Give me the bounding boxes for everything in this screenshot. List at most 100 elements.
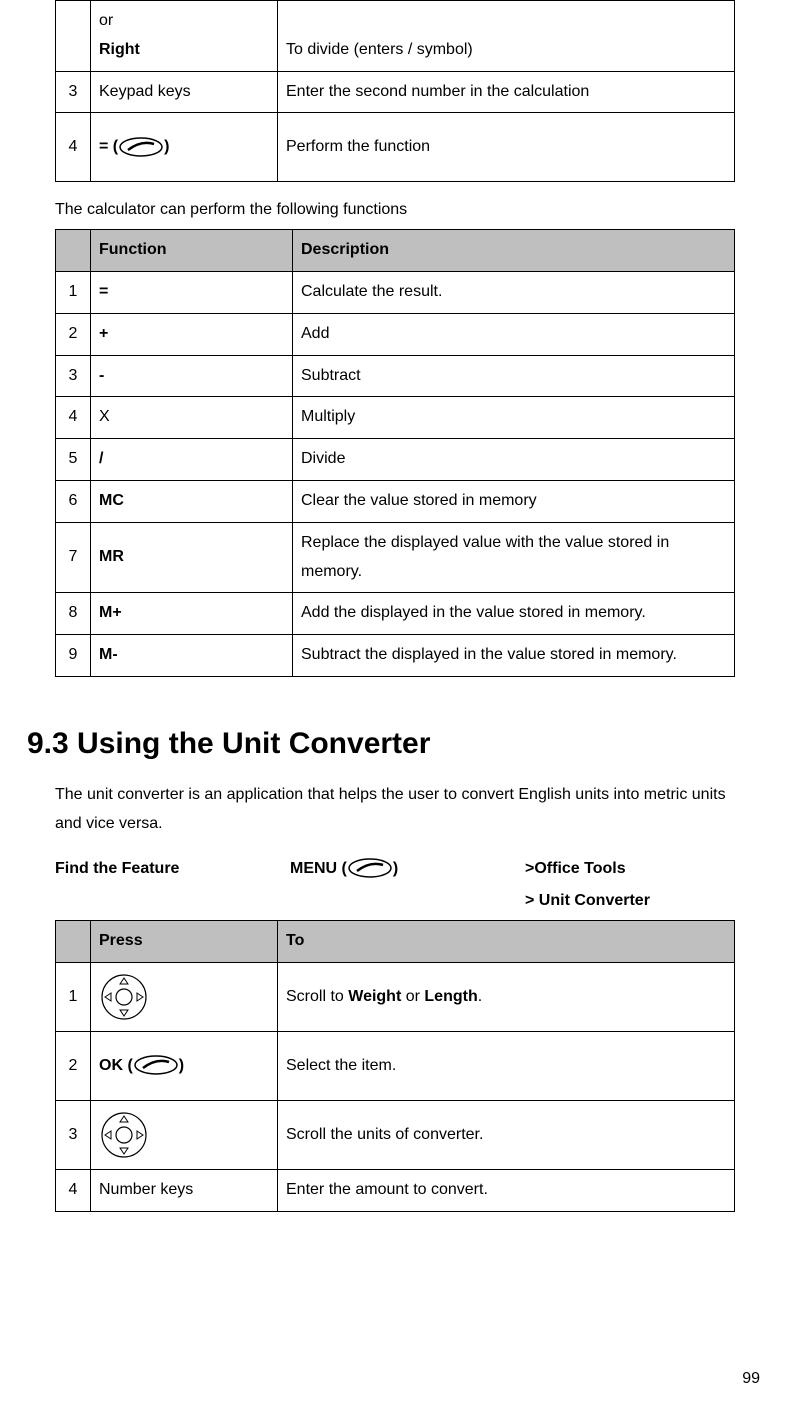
cell-to: Scroll to Weight or Length. <box>278 962 735 1031</box>
table-row: 4 Number keys Enter the amount to conver… <box>56 1169 735 1211</box>
softkey-icon <box>133 1054 179 1076</box>
table-row: 3 Keypad keys Enter the second number in… <box>56 71 735 113</box>
cell-press: Keypad keys <box>91 71 278 113</box>
cell-num: 8 <box>56 593 91 635</box>
cell-num: 9 <box>56 635 91 677</box>
cell-to: Select the item. <box>278 1031 735 1100</box>
table-row: or Right To divide (enters / symbol) <box>56 1 735 72</box>
table-row: 8M+Add the displayed in the value stored… <box>56 593 735 635</box>
table-header-row: Press To <box>56 921 735 963</box>
table-row: 7MRReplace the displayed value with the … <box>56 522 735 593</box>
find-feature-row: Find the Feature MENU () >Office Tools <box>55 855 735 884</box>
table-row: 3-Subtract <box>56 355 735 397</box>
header-cell: Description <box>293 230 735 272</box>
cell-num: 2 <box>56 1031 91 1100</box>
header-cell <box>56 921 91 963</box>
cell-to: To divide (enters / symbol) <box>278 1 735 72</box>
table-calc-steps: or Right To divide (enters / symbol) 3 K… <box>55 0 735 182</box>
cell-press <box>91 1100 278 1169</box>
text: Length <box>424 988 477 1005</box>
table-row: 2+Add <box>56 313 735 355</box>
cell-num: 4 <box>56 397 91 439</box>
softkey-icon <box>118 136 164 158</box>
page-number: 99 <box>742 1365 760 1394</box>
path-office-tools: >Office Tools <box>525 855 626 884</box>
text: ) <box>179 1057 184 1074</box>
cell-num: 1 <box>56 962 91 1031</box>
find-feature-label: Find the Feature <box>55 855 290 884</box>
cell-to: Perform the function <box>278 113 735 182</box>
cell-num: 4 <box>56 113 91 182</box>
cell-press: or Right <box>91 1 278 72</box>
cell-func: MC <box>91 480 293 522</box>
cell-num: 1 <box>56 271 91 313</box>
text: or <box>99 12 113 29</box>
cell-func: X <box>91 397 293 439</box>
softkey-icon <box>347 857 393 879</box>
table-row: 4 = () Perform the function <box>56 113 735 182</box>
text: Right <box>99 41 140 58</box>
table-row: 9M-Subtract the displayed in the value s… <box>56 635 735 677</box>
header-cell <box>56 230 91 272</box>
cell-press: Number keys <box>91 1169 278 1211</box>
cell-desc: Multiply <box>293 397 735 439</box>
cell-num: 3 <box>56 1100 91 1169</box>
header-cell: Press <box>91 921 278 963</box>
intro-text: The calculator can perform the following… <box>55 196 735 225</box>
cell-desc: Subtract the displayed in the value stor… <box>293 635 735 677</box>
cell-desc: Clear the value stored in memory <box>293 480 735 522</box>
text: To divide (enters / symbol) <box>286 41 473 58</box>
table-header-row: Function Description <box>56 230 735 272</box>
cell-num <box>56 1 91 72</box>
cell-func: = <box>91 271 293 313</box>
cell-func: M- <box>91 635 293 677</box>
text: ) <box>164 138 169 155</box>
cell-to: Enter the amount to convert. <box>278 1169 735 1211</box>
table-row: 3 Scroll the units of converter. <box>56 1100 735 1169</box>
cell-num: 3 <box>56 71 91 113</box>
menu-label: MENU () <box>290 855 525 884</box>
cell-func: M+ <box>91 593 293 635</box>
cell-desc: Replace the displayed value with the val… <box>293 522 735 593</box>
cell-desc: Divide <box>293 439 735 481</box>
cell-to: Scroll the units of converter. <box>278 1100 735 1169</box>
cell-num: 2 <box>56 313 91 355</box>
cell-num: 7 <box>56 522 91 593</box>
cell-to: Enter the second number in the calculati… <box>278 71 735 113</box>
table-row: 5/Divide <box>56 439 735 481</box>
cell-press: = () <box>91 113 278 182</box>
table-unit-converter: Press To 1 Scroll to Weight or Length. 2… <box>55 920 735 1212</box>
navigation-key-icon <box>99 972 149 1022</box>
navigation-key-icon <box>99 1110 149 1160</box>
cell-num: 5 <box>56 439 91 481</box>
section-heading: 9.3 Using the Unit Converter <box>27 717 735 771</box>
cell-func: / <box>91 439 293 481</box>
table-functions: Function Description 1=Calculate the res… <box>55 229 735 677</box>
cell-desc: Add the displayed in the value stored in… <box>293 593 735 635</box>
table-row: 1 Scroll to Weight or Length. <box>56 962 735 1031</box>
text: ) <box>393 860 398 877</box>
cell-press <box>91 962 278 1031</box>
cell-desc: Calculate the result. <box>293 271 735 313</box>
table-row: 6MCClear the value stored in memory <box>56 480 735 522</box>
cell-desc: Add <box>293 313 735 355</box>
text: OK ( <box>99 1057 133 1074</box>
cell-num: 3 <box>56 355 91 397</box>
text: Scroll to <box>286 988 348 1005</box>
header-cell: Function <box>91 230 293 272</box>
path-unit-converter: > Unit Converter <box>525 887 735 916</box>
table-row: 4XMultiply <box>56 397 735 439</box>
text: MENU ( <box>290 860 347 877</box>
text: Weight <box>348 988 401 1005</box>
cell-func: - <box>91 355 293 397</box>
cell-num: 6 <box>56 480 91 522</box>
cell-desc: Subtract <box>293 355 735 397</box>
table-row: 1=Calculate the result. <box>56 271 735 313</box>
cell-func: + <box>91 313 293 355</box>
cell-num: 4 <box>56 1169 91 1211</box>
table-row: 2 OK () Select the item. <box>56 1031 735 1100</box>
section-intro: The unit converter is an application tha… <box>55 781 735 839</box>
header-cell: To <box>278 921 735 963</box>
text: or <box>401 988 424 1005</box>
text: . <box>478 988 482 1005</box>
